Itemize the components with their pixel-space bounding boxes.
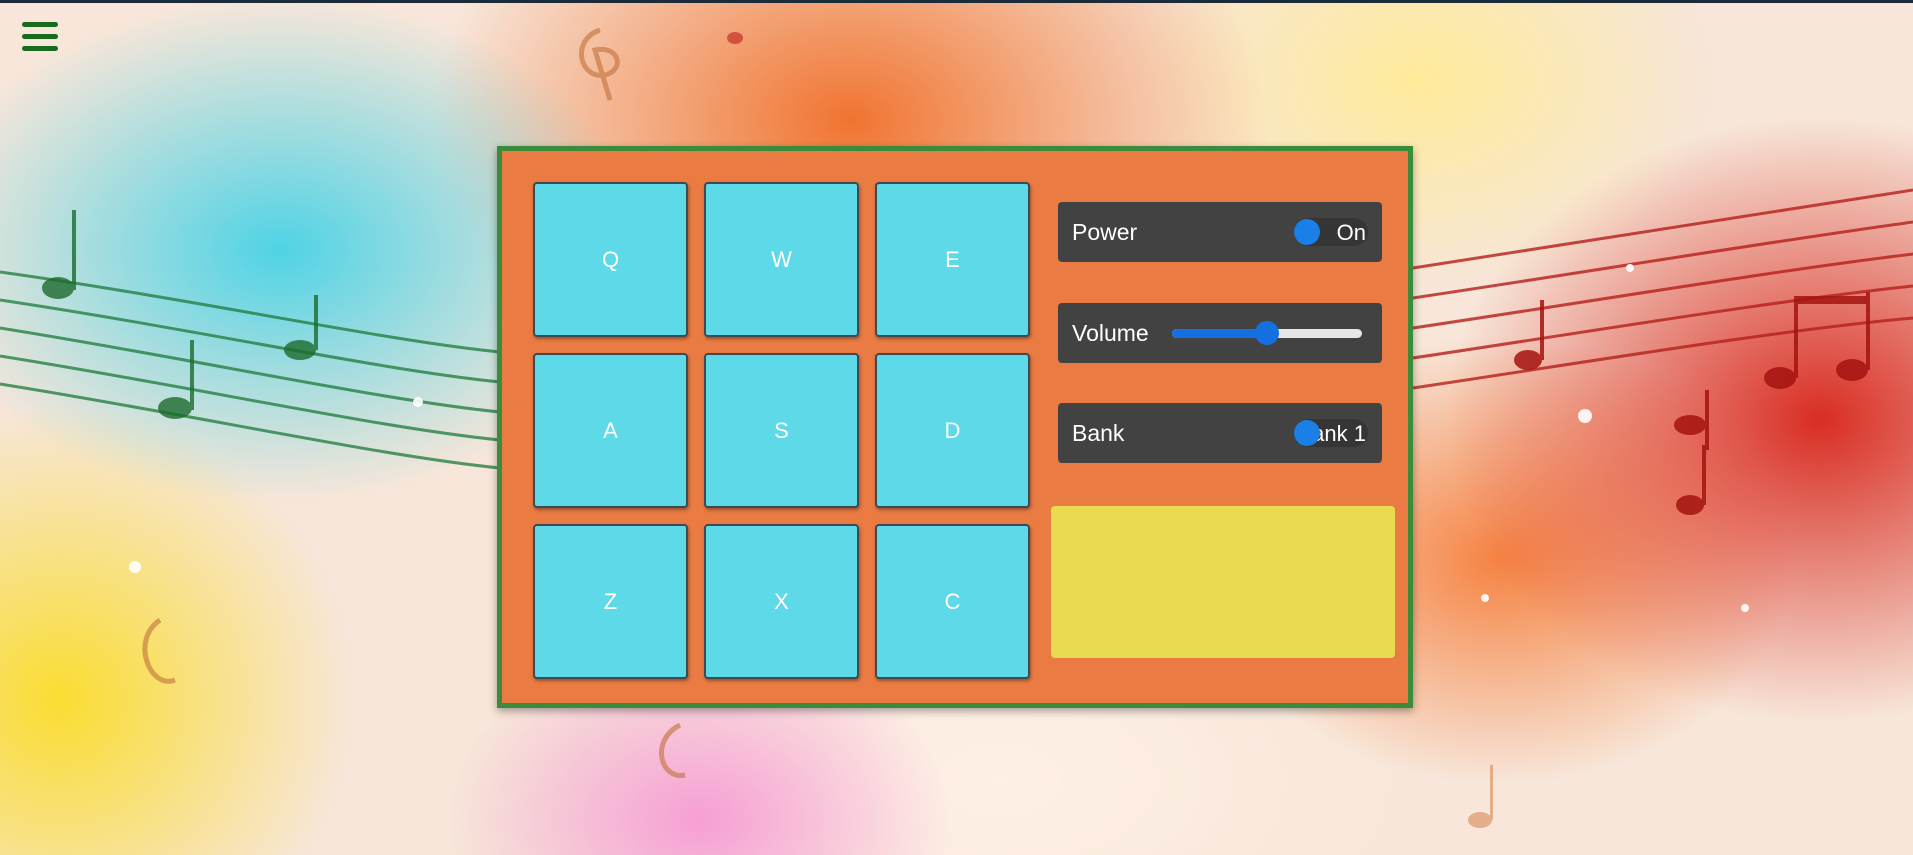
hamburger-icon: [22, 22, 58, 27]
hamburger-icon: [22, 46, 58, 51]
volume-slider-fill: [1172, 329, 1267, 338]
power-value: On: [1336, 220, 1366, 245]
bank-toggle[interactable]: Bank 1: [1294, 419, 1368, 447]
drum-pad-s[interactable]: S: [704, 353, 859, 508]
power-toggle-knob[interactable]: [1294, 219, 1320, 245]
drum-pad-q[interactable]: Q: [533, 182, 688, 337]
bank-toggle-knob[interactable]: [1294, 420, 1320, 446]
volume-slider-knob[interactable]: [1255, 321, 1279, 345]
drum-pad-c[interactable]: C: [875, 524, 1030, 679]
power-control: Power On: [1058, 202, 1382, 262]
drum-pad-w[interactable]: W: [704, 182, 859, 337]
volume-label: Volume: [1072, 320, 1149, 346]
top-border: [0, 0, 1913, 3]
drum-pad-z[interactable]: Z: [533, 524, 688, 679]
volume-control: Volume: [1058, 303, 1382, 363]
drum-pad-grid: Q W E A S D Z X C: [533, 182, 1043, 680]
sound-display: [1051, 506, 1395, 658]
power-label: Power: [1072, 219, 1138, 245]
bank-control: Bank Bank 1: [1058, 403, 1382, 463]
hamburger-menu-button[interactable]: [20, 20, 58, 54]
drum-pad-x[interactable]: X: [704, 524, 859, 679]
drum-pad-d[interactable]: D: [875, 353, 1030, 508]
drum-machine: Q W E A S D Z X C Power On Volume Bank B…: [497, 146, 1413, 708]
drum-pad-a[interactable]: A: [533, 353, 688, 508]
bank-label: Bank: [1072, 420, 1125, 446]
volume-slider[interactable]: [1172, 321, 1362, 345]
drum-pad-e[interactable]: E: [875, 182, 1030, 337]
hamburger-icon: [22, 34, 58, 39]
power-toggle[interactable]: On: [1294, 218, 1368, 246]
